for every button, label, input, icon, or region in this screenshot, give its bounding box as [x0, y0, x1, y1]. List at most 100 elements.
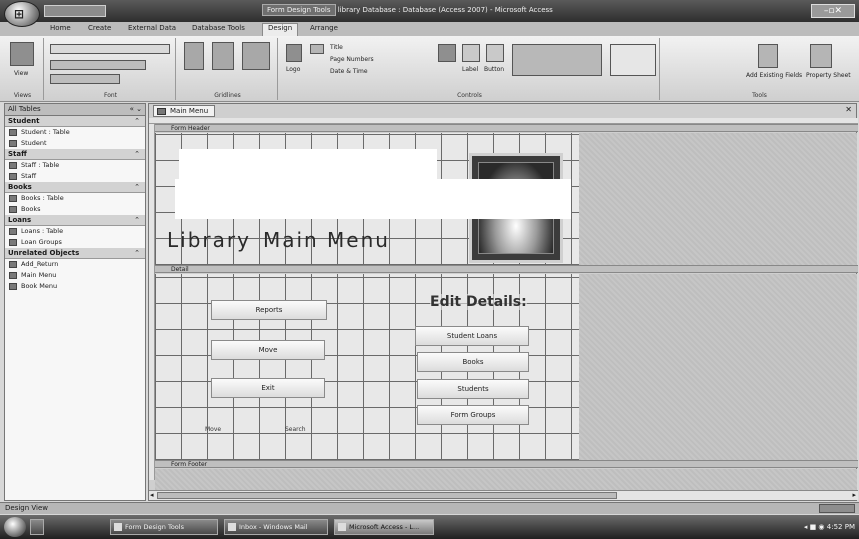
window-controls[interactable]: –▫✕: [811, 4, 855, 18]
horizontal-scrollbar[interactable]: ◂ ▸: [149, 490, 858, 500]
title-word-3: Menu: [327, 228, 390, 252]
label-icon[interactable]: [462, 44, 480, 62]
title-icon[interactable]: [310, 44, 324, 54]
form-header-label: Form Header: [171, 125, 210, 132]
status-text: Design View: [5, 504, 49, 512]
window-title: Form Design Tools library Database : Dat…: [262, 4, 553, 16]
button-control-icon[interactable]: [486, 44, 504, 62]
detail-bar[interactable]: Detail: [149, 265, 858, 273]
nav-item[interactable]: Main Menu: [5, 270, 145, 281]
text-box-icon[interactable]: [438, 44, 456, 62]
scroll-left-icon[interactable]: ◂: [150, 491, 154, 499]
nav-item-label: Student: [21, 139, 47, 147]
form-title-label[interactable]: Library Main Menu: [167, 228, 390, 252]
tab-home[interactable]: Home: [50, 24, 71, 32]
nav-header[interactable]: All Tables « ⌄: [5, 104, 145, 116]
object-icon: [9, 173, 17, 180]
detail-section[interactable]: Reports Move Exit Edit Details: Student …: [155, 274, 579, 460]
close-icon[interactable]: ✕: [845, 105, 852, 114]
object-icon: [9, 195, 17, 202]
nav-item-label: Loans : Table: [21, 227, 64, 235]
chevron-up-icon[interactable]: ⌃: [134, 116, 140, 126]
controls-gallery[interactable]: [512, 44, 602, 76]
quick-access-toolbar[interactable]: [44, 5, 106, 17]
nav-item[interactable]: Books : Table: [5, 193, 145, 204]
app-title: library Database : Database (Access 2007…: [337, 6, 553, 14]
office-button[interactable]: ⊞: [4, 1, 40, 27]
insert-controls-list[interactable]: [610, 44, 656, 76]
chevron-up-icon[interactable]: ⌃: [134, 182, 140, 192]
scroll-right-icon[interactable]: ▸: [852, 491, 856, 499]
nav-item[interactable]: Add_Return: [5, 259, 145, 270]
chevron-up-icon[interactable]: ⌃: [134, 248, 140, 258]
small-label-search[interactable]: Search: [285, 426, 306, 433]
view-switcher-icons[interactable]: [819, 504, 855, 513]
start-button[interactable]: [4, 517, 26, 537]
nav-group-header[interactable]: Loans ⌃: [5, 215, 145, 226]
nav-item[interactable]: Student: [5, 138, 145, 149]
tab-external-data[interactable]: External Data: [128, 24, 176, 32]
font-name-box[interactable]: [50, 44, 170, 54]
books-button[interactable]: Books: [417, 352, 529, 372]
object-icon: [9, 206, 17, 213]
edit-details-label[interactable]: Edit Details:: [430, 294, 527, 310]
reports-button[interactable]: Reports: [211, 300, 327, 320]
small-label-move[interactable]: Move: [205, 426, 221, 433]
font-align-buttons[interactable]: [50, 74, 120, 84]
move-button[interactable]: Move: [211, 340, 325, 360]
nav-item-label: Student : Table: [21, 128, 70, 136]
form-header-section[interactable]: Library Main Menu: [155, 133, 579, 265]
taskbar-item-form-design[interactable]: Form Design Tools: [110, 519, 218, 535]
nav-item[interactable]: Student : Table: [5, 127, 145, 138]
logo-label: Logo: [286, 66, 301, 73]
view-icon[interactable]: [10, 42, 34, 66]
taskbar-item-mail[interactable]: Inbox - Windows Mail: [224, 519, 328, 535]
logo-icon[interactable]: [286, 44, 302, 62]
nav-item-label: Staff: [21, 172, 37, 180]
students-button[interactable]: Students: [417, 379, 529, 399]
form-groups-button[interactable]: Form Groups: [417, 405, 529, 425]
nav-item[interactable]: Book Menu: [5, 281, 145, 292]
add-existing-fields-icon[interactable]: [758, 44, 778, 68]
nav-group-header[interactable]: Student ⌃: [5, 116, 145, 127]
nav-group-header[interactable]: Unrelated Objects ⌃: [5, 248, 145, 259]
chevron-left-icon[interactable]: « ⌄: [130, 104, 142, 115]
document-tab-label: Main Menu: [170, 107, 209, 115]
system-tray[interactable]: ◂ ■ ◉ 4:52 PM: [804, 519, 855, 535]
nav-item[interactable]: Staff : Table: [5, 160, 145, 171]
format-painter-icon[interactable]: [242, 42, 270, 70]
nav-item[interactable]: Books: [5, 204, 145, 215]
taskbar-item-access[interactable]: Microsoft Access - L...: [334, 519, 434, 535]
app-icon: [114, 523, 122, 531]
page-numbers-label[interactable]: Page Numbers: [330, 56, 374, 63]
property-sheet-icon[interactable]: [810, 44, 832, 68]
detail-label: Detail: [171, 266, 189, 273]
nav-item[interactable]: Loans : Table: [5, 226, 145, 237]
add-existing-fields-label: Add Existing Fields: [746, 72, 803, 79]
nav-group-label: Unrelated Objects: [8, 249, 80, 257]
tab-design[interactable]: Design: [262, 23, 299, 36]
tab-create[interactable]: Create: [88, 24, 111, 32]
nav-item[interactable]: Loan Groups: [5, 237, 145, 248]
contextual-tab-label: Form Design Tools: [262, 4, 336, 16]
font-format-buttons[interactable]: [50, 60, 146, 70]
date-time-label[interactable]: Date & Time: [330, 68, 368, 75]
object-icon: [9, 283, 17, 290]
nav-group-header[interactable]: Staff ⌃: [5, 149, 145, 160]
gridlines-icon[interactable]: [184, 42, 204, 70]
chevron-up-icon[interactable]: ⌃: [134, 215, 140, 225]
student-loans-button[interactable]: Student Loans: [415, 326, 529, 346]
nav-item[interactable]: Staff: [5, 171, 145, 182]
exit-button[interactable]: Exit: [211, 378, 325, 398]
form-header-bar[interactable]: Form Header: [149, 124, 858, 132]
conditional-icon[interactable]: [212, 42, 234, 70]
nav-group-header[interactable]: Books ⌃: [5, 182, 145, 193]
form-footer-bar[interactable]: Form Footer: [149, 460, 858, 468]
quick-launch-icons[interactable]: [30, 519, 44, 535]
ribbon-group-views: View Views: [2, 38, 44, 100]
tab-database-tools[interactable]: Database Tools: [192, 24, 245, 32]
tab-arrange[interactable]: Arrange: [310, 24, 338, 32]
scroll-thumb[interactable]: [157, 492, 617, 499]
chevron-up-icon[interactable]: ⌃: [134, 149, 140, 159]
document-tab-main-menu[interactable]: Main Menu: [153, 105, 216, 117]
